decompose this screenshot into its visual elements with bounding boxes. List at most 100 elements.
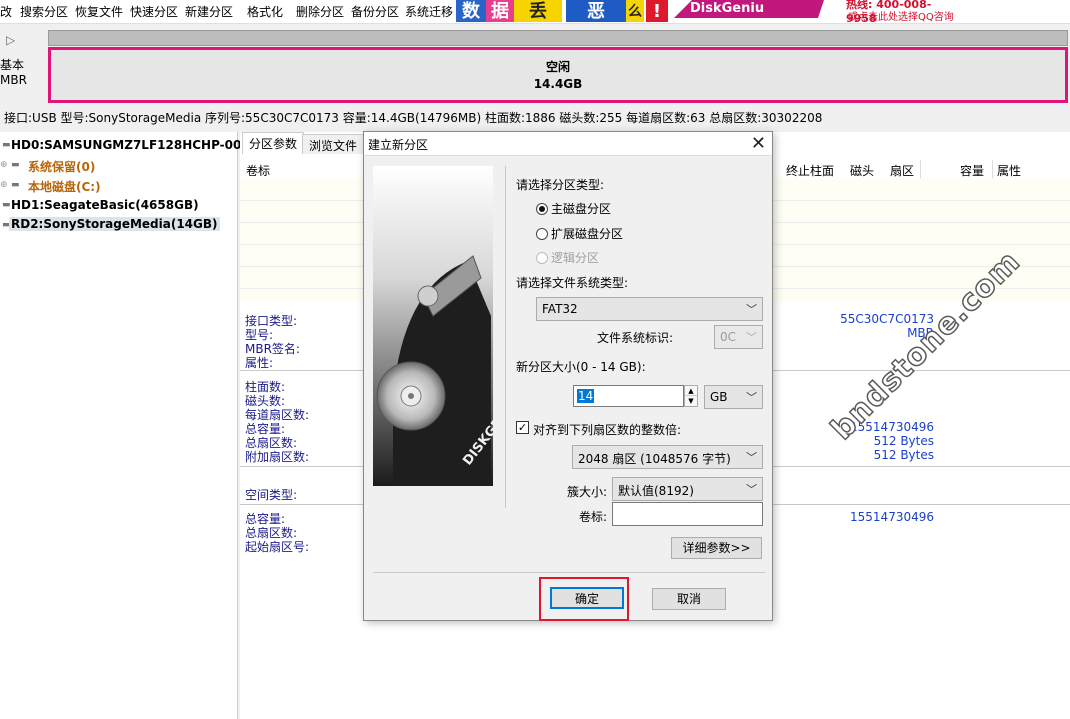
radio-primary-partition[interactable]: 主磁盘分区 (536, 200, 611, 217)
radio-disabled-icon (536, 252, 548, 264)
align-select-value: 2048 扇区 (1048576 字节) (578, 452, 731, 466)
toolbar-item-quick-partition[interactable]: 快速分区 (130, 3, 178, 20)
disk-table-label: MBR (0, 73, 27, 87)
chevron-down-icon: ﹀ (746, 483, 757, 496)
spin-up-icon[interactable]: ▲ (685, 386, 697, 396)
filesystem-select[interactable]: FAT32 ﹀ (536, 297, 763, 321)
detail-label-attribute: 属性: (245, 356, 274, 370)
advanced-params-button[interactable]: 详细参数>> (671, 537, 762, 559)
close-icon[interactable]: ✕ (751, 133, 766, 154)
align-checkbox[interactable]: ✓ (516, 421, 529, 434)
toolbar-item-new-partition[interactable]: 新建分区 (185, 3, 233, 20)
banner-char: 数 (456, 0, 486, 22)
radio-extended-label: 扩展磁盘分区 (551, 227, 624, 241)
free-space-label: 空闲 (545, 60, 570, 74)
tab-browse-files[interactable]: 浏览文件 (302, 134, 365, 154)
banner-char: 丢 (514, 0, 562, 22)
fs-id-label: 文件系统标识: (597, 331, 674, 345)
disk-tree: ▬ HD0:SAMSUNGMZ7LF128HCHP-0000 ⊕ ▬ 系统保留(… (0, 132, 258, 719)
radio-extended-partition[interactable]: 扩展磁盘分区 (536, 225, 623, 242)
detail-value-physical-sector-size: 512 Bytes (873, 448, 934, 462)
col-header-head[interactable]: 磁头 (850, 162, 874, 179)
disk-style-label: 基本 (0, 58, 25, 72)
volume-label-input[interactable] (612, 502, 763, 526)
disk-map: ▷ 基本 MBR 空闲 14.4GB (0, 25, 1070, 107)
partition-icon: ▬ (11, 160, 20, 170)
size-prompt: 新分区大小(0 - 14 GB): (516, 360, 646, 374)
detail-label-extra-sectors: 附加扇区数: (245, 450, 310, 464)
free-space-block[interactable]: 空闲 14.4GB (48, 47, 1068, 103)
partition-strip (48, 30, 1068, 46)
toolbar-item-format[interactable]: 格式化 (247, 3, 283, 20)
hard-disk-illustration: DISKGENIUS (373, 166, 493, 486)
detail-label-space-type: 空间类型: (245, 488, 298, 502)
disk-info-line: 接口:USB 型号:SonyStorageMedia 序列号:55C30C7C0… (4, 111, 823, 125)
col-header-attribute[interactable]: 属性 (997, 162, 1021, 179)
align-label: 对齐到下列扇区数的整数倍: (533, 423, 682, 437)
ad-banner[interactable]: 数 据 丢 恶 么 ! DiskGeniu 热线: 400-008-9958 或… (456, 0, 956, 25)
col-divider (992, 160, 993, 178)
radio-checked-icon (536, 203, 548, 215)
ok-button[interactable]: 确定 (550, 587, 624, 609)
col-header-capacity[interactable]: 容量 (960, 162, 984, 179)
tree-item-rd2[interactable]: RD2:SonyStorageMedia(14GB) (9, 217, 220, 231)
cluster-size-select[interactable]: 默认值(8192) ﹀ (612, 477, 763, 501)
filesystem-prompt: 请选择文件系统类型: (516, 276, 629, 290)
filesystem-select-value: FAT32 (542, 302, 578, 316)
free-space-size: 14.4GB (533, 77, 583, 91)
size-unit-select[interactable]: GB ﹀ (704, 385, 763, 409)
toolbar-item-system-migration[interactable]: 系统迁移 (405, 3, 453, 20)
radio-logical-partition: 逻辑分区 (536, 249, 599, 266)
tree-item-system-reserved[interactable]: 系统保留(0) (28, 158, 95, 175)
align-select[interactable]: 2048 扇区 (1048576 字节) ﹀ (572, 445, 763, 469)
banner-char: 据 (486, 0, 514, 22)
volume-label-label: 卷标: (579, 510, 608, 524)
chevron-down-icon: ﹀ (746, 391, 757, 404)
partition-type-prompt: 请选择分区类型: (516, 178, 605, 192)
fs-id-value: 0C (720, 330, 737, 344)
fs-id-select: 0C ﹀ (714, 325, 763, 349)
toolbar-item-search-partition[interactable]: 搜索分区 (20, 3, 68, 20)
chevron-down-icon: ﹀ (746, 331, 757, 344)
size-spinner[interactable]: ▲ ▼ (684, 385, 698, 407)
spin-down-icon[interactable]: ▼ (685, 396, 697, 406)
radio-logical-label: 逻辑分区 (551, 251, 600, 265)
toolbar-item-backup-partition[interactable]: 备份分区 (351, 3, 399, 20)
banner-brand: DiskGeniu (674, 0, 824, 18)
col-divider (920, 160, 921, 178)
toolbar-item-change[interactable]: 改 (0, 3, 12, 20)
partition-icon: ▬ (11, 180, 20, 190)
col-header-end-cylinder[interactable]: 终止柱面 (786, 162, 834, 179)
chevron-down-icon: ﹀ (746, 303, 757, 316)
cancel-button[interactable]: 取消 (652, 588, 726, 610)
cluster-size-label: 簇大小: (567, 485, 608, 499)
tree-item-local-disk-c[interactable]: 本地磁盘(C:) (28, 178, 101, 195)
toolbar: 改 搜索分区 恢复文件 快速分区 新建分区 格式化 删除分区 备份分区 系统迁移… (0, 0, 1070, 25)
chevron-right-icon[interactable]: ▷ (6, 33, 15, 47)
radio-primary-label: 主磁盘分区 (551, 202, 612, 216)
dialog-titlebar[interactable]: 建立新分区 ✕ (364, 132, 772, 156)
tab-partition-params[interactable]: 分区参数 (242, 132, 305, 154)
tree-item-hd1[interactable]: HD1:SeagateBasic(4658GB) (11, 198, 199, 212)
hdd-icon: ▬ (2, 200, 11, 210)
tree-item-hd0[interactable]: HD0:SAMSUNGMZ7LF128HCHP-0000 (11, 138, 258, 152)
banner-char: ! (646, 0, 668, 22)
hdd-icon: ▬ (2, 140, 11, 150)
tree-expand-icon[interactable]: ⊕ (0, 160, 8, 170)
toolbar-item-recover-files[interactable]: 恢复文件 (75, 3, 123, 20)
col-header-volume[interactable]: 卷标 (246, 162, 270, 179)
new-partition-dialog: 建立新分区 ✕ DISKGENIUS 请选择分区类型: 主磁盘分区 扩展磁盘分区… (363, 131, 773, 621)
detail-value-space-bytes: 15514730496 (850, 510, 934, 524)
toolbar-item-delete-partition[interactable]: 删除分区 (296, 3, 344, 20)
tree-expand-icon[interactable]: ⊕ (0, 180, 8, 190)
banner-char: 恶 (566, 0, 626, 22)
dialog-title: 建立新分区 (368, 138, 429, 152)
banner-qq-link[interactable]: 或点击此处选择QQ咨询 (848, 8, 954, 23)
cluster-size-value: 默认值(8192) (618, 484, 694, 498)
detail-value-sector-size: 512 Bytes (873, 434, 934, 448)
chevron-down-icon: ﹀ (746, 451, 757, 464)
size-input-value: 14 (577, 389, 595, 403)
size-unit-value: GB (710, 390, 728, 404)
col-header-sector[interactable]: 扇区 (890, 162, 914, 179)
size-input[interactable]: 14 (573, 385, 684, 407)
